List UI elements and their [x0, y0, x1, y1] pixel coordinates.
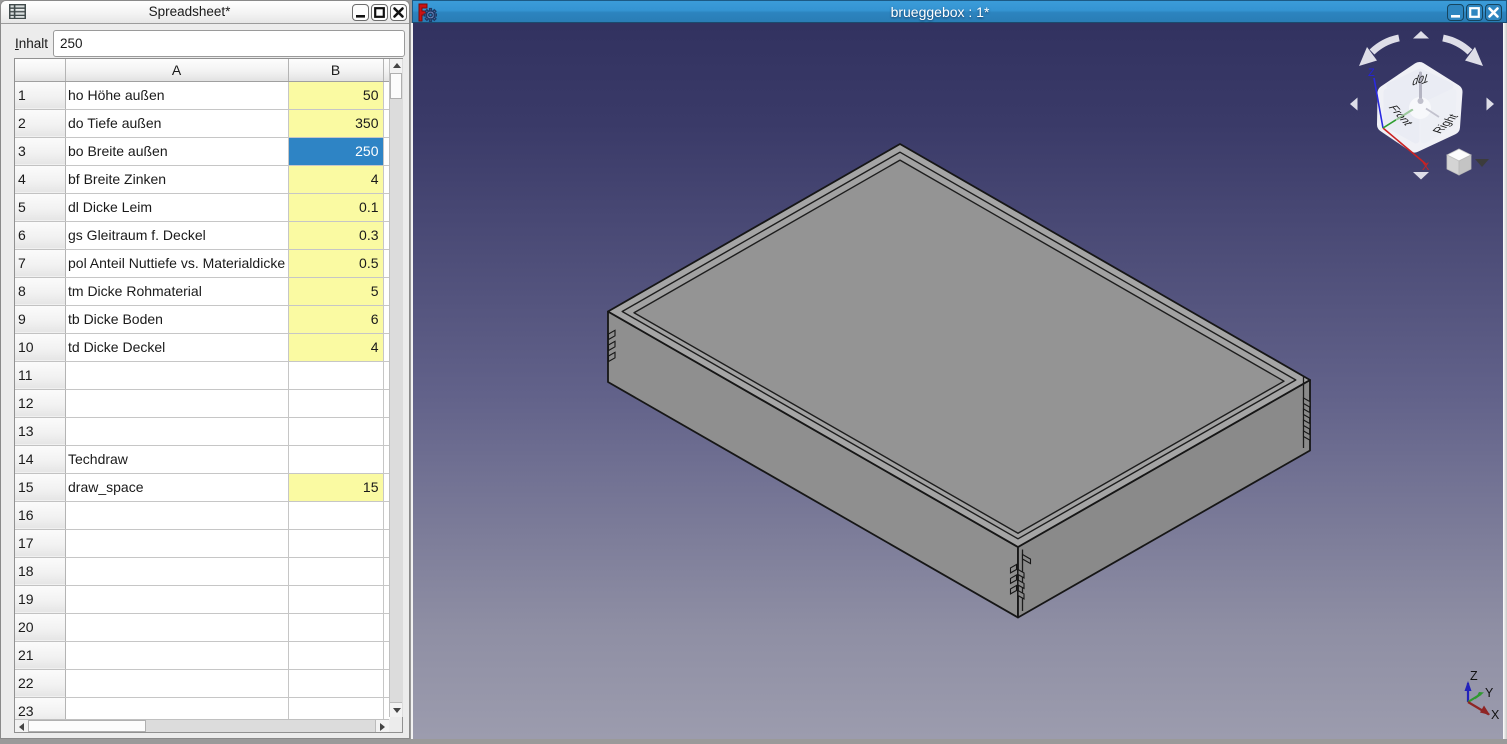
svg-text:Y: Y — [1485, 686, 1494, 700]
svg-text:X: X — [1491, 708, 1500, 722]
svg-text:Z: Z — [1470, 669, 1478, 683]
svg-text:X: X — [1422, 161, 1430, 173]
svg-text:Z: Z — [1368, 67, 1375, 79]
